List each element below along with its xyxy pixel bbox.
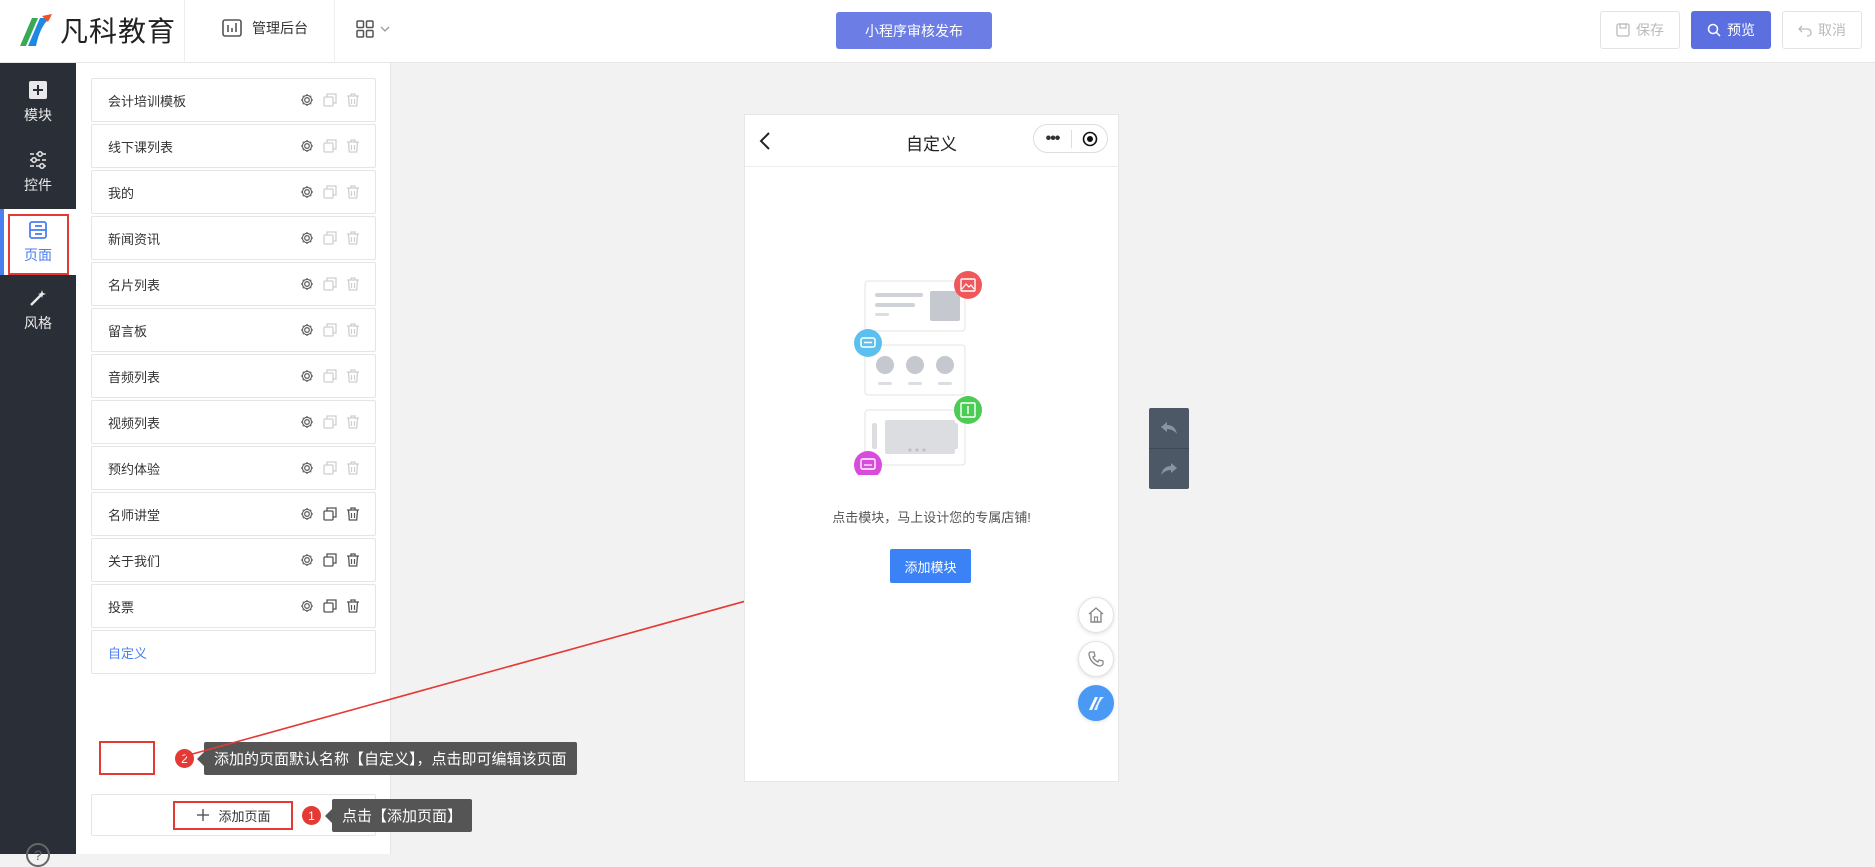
add-module-button[interactable]: 添加模块 — [890, 549, 971, 583]
redo-button[interactable] — [1149, 449, 1189, 489]
undo-icon — [1161, 422, 1177, 434]
phone-navbar: 自定义 ••• — [745, 115, 1118, 167]
phone-float-button[interactable] — [1078, 641, 1114, 677]
record-icon[interactable] — [1072, 131, 1107, 147]
phone-icon — [1088, 651, 1104, 667]
home-icon — [1088, 607, 1104, 623]
empty-state-illustration — [854, 271, 982, 475]
home-float-button[interactable] — [1078, 597, 1114, 633]
capsule-menu[interactable]: ••• — [1033, 124, 1108, 153]
phone-preview: 自定义 ••• 点击模块，马上设计您的专属店铺! 添加模块 — [744, 114, 1119, 782]
logo-mark-icon — [1089, 697, 1104, 710]
more-icon[interactable]: ••• — [1034, 130, 1071, 148]
undo-redo-panel — [1149, 408, 1189, 489]
redo-icon — [1161, 463, 1177, 475]
empty-state-text: 点击模块，马上设计您的专属店铺! — [832, 510, 1031, 525]
brand-float-button[interactable] — [1078, 685, 1114, 721]
undo-button[interactable] — [1149, 408, 1189, 448]
